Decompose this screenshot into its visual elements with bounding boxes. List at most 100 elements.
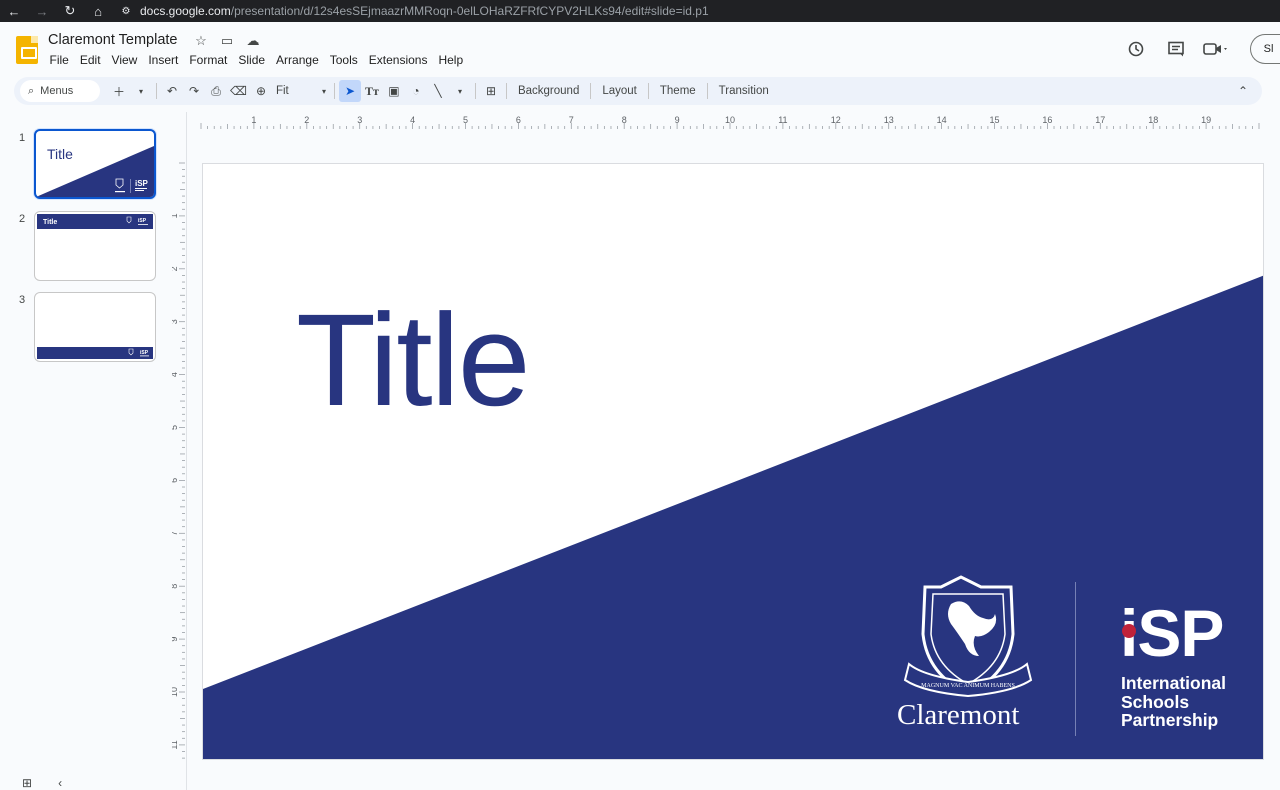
slide-title-text[interactable]: Title — [296, 294, 531, 425]
text-box-icon[interactable]: Tт — [361, 80, 383, 102]
vertical-ruler[interactable]: 1 2 3 4 5 6 7 8 9 10 11 — [172, 162, 186, 762]
version-history-icon[interactable] — [1116, 36, 1156, 62]
comments-icon[interactable] — [1156, 36, 1196, 62]
ruler-label: 13 — [884, 116, 894, 125]
ruler-label: 16 — [1042, 116, 1052, 125]
horizontal-ruler[interactable]: 1 2 3 4 5 6 7 8 9 10 11 12 13 14 15 16 17 18 19 — [200, 116, 1264, 130]
ruler-label: 1 — [251, 116, 256, 125]
ruler-label: 2 — [304, 116, 309, 125]
line-icon[interactable]: ╲ — [427, 80, 449, 102]
ruler-label: 17 — [1095, 116, 1105, 125]
divider — [156, 83, 157, 99]
menus-search[interactable]: ⌕ Menus — [20, 80, 100, 102]
browser-bar: ← → ↻ ⌂ ⚙ docs.google.com/presentation/d… — [0, 0, 1280, 22]
slide-number: 2 — [19, 213, 26, 225]
menu-view[interactable]: View — [106, 53, 143, 67]
menu-edit[interactable]: Edit — [74, 53, 106, 67]
ruler-label: 10 — [172, 687, 179, 697]
transition-button[interactable]: Transition — [712, 85, 776, 97]
navy-diagonal-shape[interactable]: MAGNUM VAC ANIMUM HABENS — [203, 164, 1264, 760]
divider — [333, 83, 335, 99]
ruler-label: 10 — [725, 116, 735, 125]
ruler-label: 5 — [172, 425, 179, 430]
thumb-title: Title — [43, 219, 57, 226]
line-dropdown-icon[interactable]: ▾ — [449, 80, 471, 102]
star-icon[interactable]: ☆ — [192, 33, 210, 49]
divider — [706, 83, 708, 99]
collapse-toolbar-icon[interactable]: ⌃ — [1238, 84, 1248, 98]
zoom-select[interactable]: Fit ▾ — [272, 85, 330, 97]
redo-icon[interactable]: ↷ — [183, 80, 205, 102]
insert-comment-icon[interactable]: ⊞ — [480, 80, 502, 102]
url-text[interactable]: docs.google.com/presentation/d/12s4esSEj… — [140, 4, 709, 18]
undo-icon[interactable]: ↶ — [161, 80, 183, 102]
menu-format[interactable]: Format — [184, 53, 233, 67]
filmstrip: 1 Title iSP 2 Title iSP 3 iSP ⊞ ‹ — [0, 112, 187, 790]
isp-logo-dot — [1122, 624, 1136, 638]
hide-filmstrip-icon[interactable]: ‹ — [58, 776, 62, 790]
ruler-label: 11 — [778, 116, 787, 125]
ruler-label: 19 — [1201, 116, 1211, 125]
slides-logo-icon[interactable] — [16, 36, 38, 64]
menu-tools[interactable]: Tools — [324, 53, 363, 67]
meet-camera-icon[interactable] — [1196, 36, 1236, 62]
svg-text:iSP: iSP — [138, 218, 147, 224]
share-button[interactable]: Sl — [1250, 34, 1280, 64]
print-icon[interactable]: ⎙ — [205, 80, 227, 102]
menu-arrange[interactable]: Arrange — [271, 53, 325, 67]
ruler-label: 9 — [675, 116, 680, 125]
ruler-label: 7 — [172, 531, 179, 536]
divider — [505, 83, 507, 99]
menu-help[interactable]: Help — [433, 53, 469, 67]
ruler-label: 6 — [516, 116, 521, 125]
menu-file[interactable]: File — [44, 53, 74, 67]
document-title[interactable]: Claremont Template — [48, 32, 178, 48]
site-info-icon[interactable]: ⚙ — [118, 3, 134, 19]
insert-image-icon[interactable]: ▣ — [383, 80, 405, 102]
slide-number: 3 — [19, 294, 26, 306]
cloud-saved-icon[interactable]: ☁ — [244, 33, 262, 49]
chevron-down-icon: ▾ — [321, 86, 326, 96]
svg-text:iSP: iSP — [140, 350, 149, 356]
ruler-label: 18 — [1148, 116, 1158, 125]
thumb-title: Title — [47, 146, 73, 162]
search-icon: ⌕ — [28, 84, 35, 97]
theme-button[interactable]: Theme — [653, 85, 703, 97]
ruler-label: 2 — [172, 266, 179, 271]
isp-wordmark: International Schools Partnership — [1121, 673, 1227, 730]
menu-insert[interactable]: Insert — [143, 53, 184, 67]
ruler-label: 3 — [172, 319, 179, 324]
menu-extensions[interactable]: Extensions — [363, 53, 433, 67]
new-slide-dropdown-icon[interactable]: ▾ — [130, 80, 152, 102]
slide-thumbnail-3[interactable]: iSP — [34, 292, 156, 362]
slide-thumbnail-1[interactable]: Title iSP — [34, 129, 156, 199]
zoom-icon[interactable]: ⊕ — [250, 80, 272, 102]
grid-view-icon[interactable]: ⊞ — [22, 776, 32, 790]
ruler-label: 15 — [989, 116, 999, 125]
ruler-label: 12 — [831, 116, 841, 125]
ruler-label: 3 — [357, 116, 362, 125]
ruler-label: 1 — [172, 213, 179, 218]
back-icon[interactable]: ← — [0, 0, 28, 22]
slide-thumbnail-2[interactable]: Title iSP — [34, 211, 156, 281]
reload-icon[interactable]: ↻ — [56, 0, 84, 22]
ruler-label: 5 — [463, 116, 468, 125]
paint-format-icon[interactable]: ⌫ — [227, 80, 250, 102]
slide-canvas[interactable]: MAGNUM VAC ANIMUM HABENS Title Claremont… — [202, 163, 1264, 760]
ruler-label: 8 — [172, 584, 179, 589]
new-slide-button[interactable]: ＋ — [108, 80, 130, 102]
address-bar[interactable]: ⚙ docs.google.com/presentation/d/12s4esS… — [118, 0, 709, 22]
select-tool-icon[interactable]: ➤ — [338, 80, 361, 102]
ruler-label: 9 — [172, 637, 179, 642]
menu-slide[interactable]: Slide — [233, 53, 271, 67]
layout-button[interactable]: Layout — [595, 85, 644, 97]
home-icon[interactable]: ⌂ — [84, 0, 112, 22]
shape-icon[interactable]: ◔ — [405, 80, 427, 102]
logo-divider — [1075, 582, 1076, 736]
move-folder-icon[interactable]: ▭ — [218, 33, 236, 49]
claremont-wordmark: Claremont — [897, 699, 1020, 731]
ruler-label: 8 — [622, 116, 627, 125]
background-button[interactable]: Background — [511, 85, 586, 97]
ruler-label: 4 — [410, 116, 415, 125]
forward-icon[interactable]: → — [28, 0, 56, 22]
